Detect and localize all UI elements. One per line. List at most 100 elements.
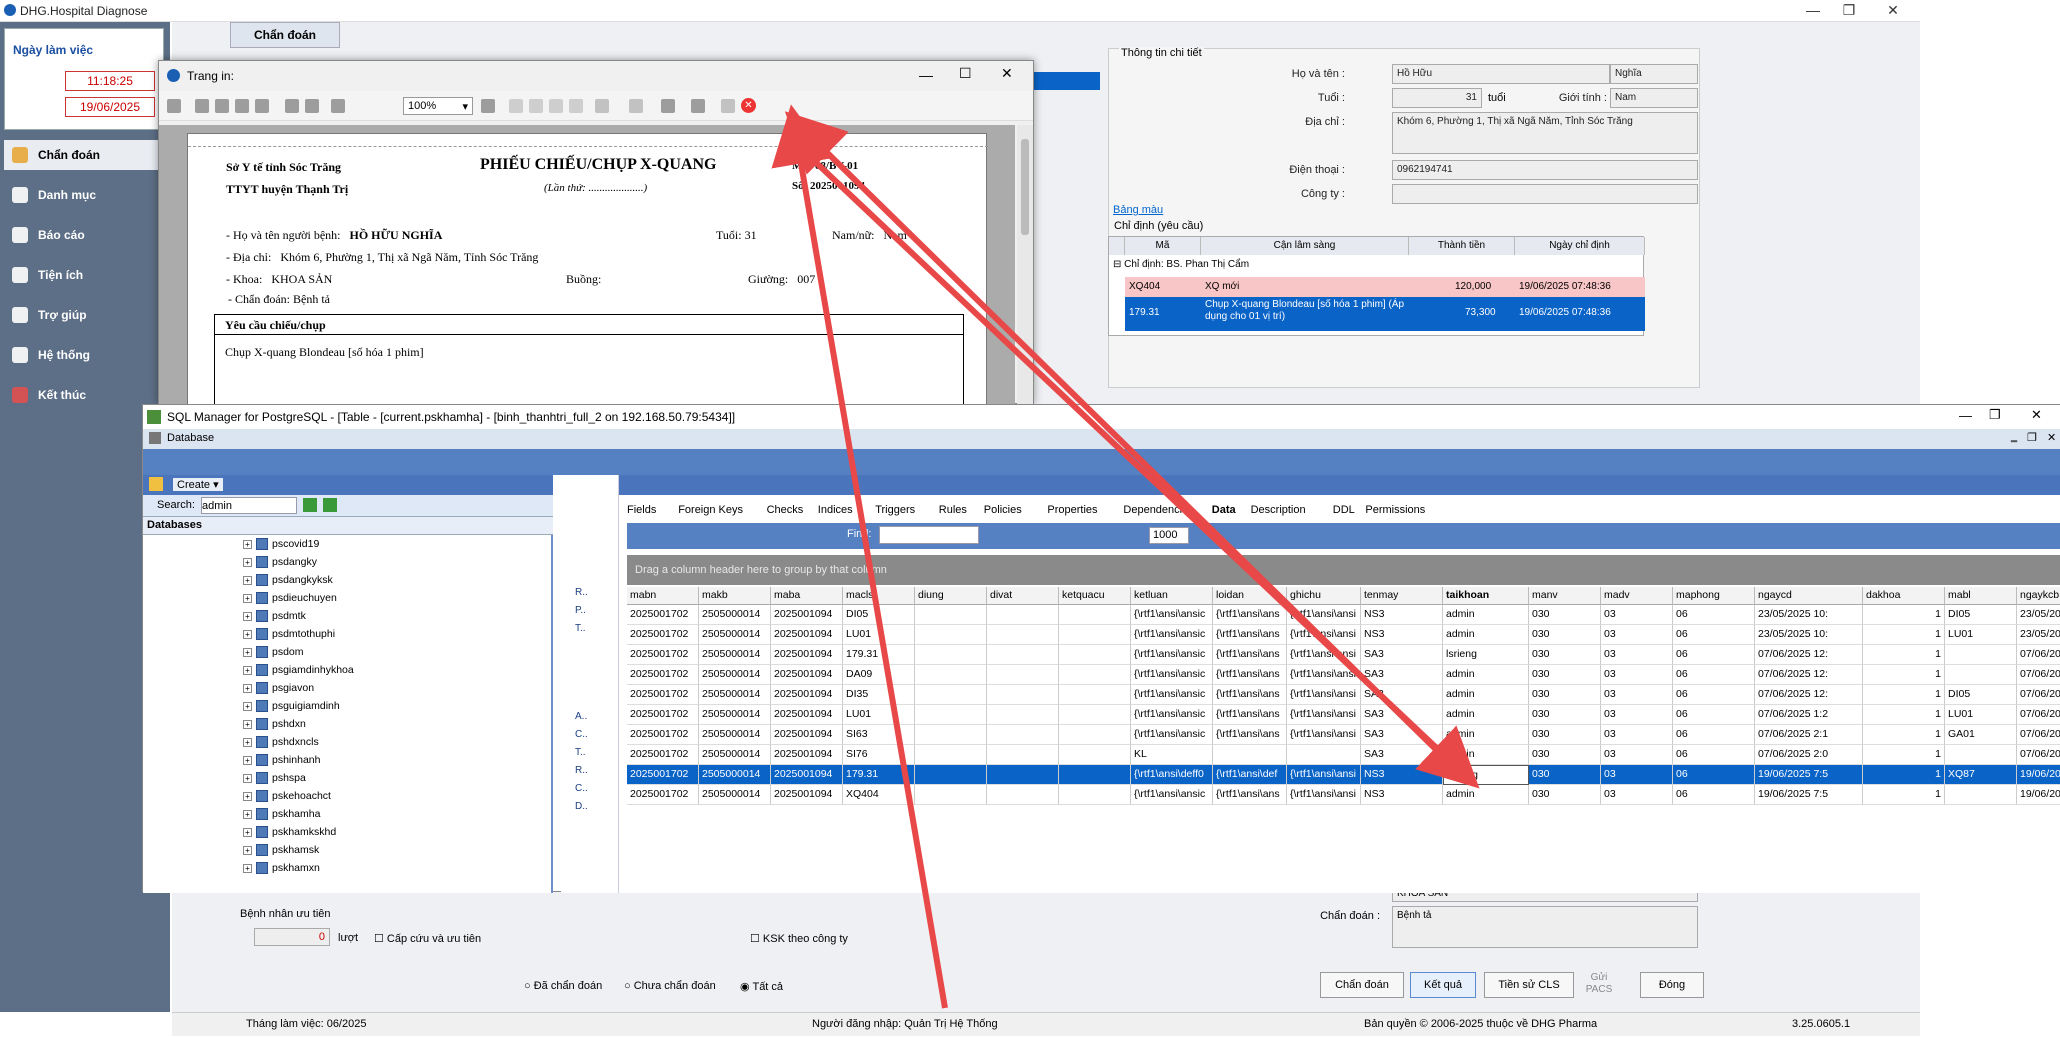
cell-macls[interactable]: SI76 (843, 745, 915, 765)
expand-icon[interactable]: + (243, 845, 252, 855)
tab-checks[interactable]: Checks (767, 504, 804, 516)
menu-database[interactable]: Database (167, 432, 214, 444)
cell-ketluan[interactable]: {\rtf1\ansi\ansic (1131, 665, 1213, 685)
tree-item-pskhamha[interactable]: + pskhamha (243, 805, 320, 823)
col-ma[interactable]: Mã (1125, 237, 1201, 255)
group-by-bar[interactable]: Drag a column header here to group by th… (627, 555, 2060, 585)
cell-madv[interactable]: 03 (1601, 645, 1673, 665)
tree-item-psgiavon[interactable]: + psgiavon (243, 679, 314, 697)
cell-taikhoan[interactable]: lsrieng (1443, 765, 1529, 785)
cell-ghichu[interactable]: {\rtf1\ansi\ansi (1287, 645, 1361, 665)
cell-loidan[interactable]: {\rtf1\ansi\ans (1213, 725, 1287, 745)
cell-maba[interactable]: 2025001094 (771, 725, 843, 745)
cell-mabl[interactable] (1945, 645, 2017, 665)
cell-ketquacu[interactable] (1059, 625, 1131, 645)
cell-taikhoan[interactable]: admin (1443, 745, 1529, 765)
cell-macls[interactable]: SI63 (843, 725, 915, 745)
expand-icon[interactable]: + (243, 611, 252, 621)
cell-ketquacu[interactable] (1059, 725, 1131, 745)
cell-maba[interactable]: 2025001094 (771, 605, 843, 625)
cell-tenmay[interactable]: SA3 (1361, 665, 1443, 685)
cell-maba[interactable]: 2025001094 (771, 665, 843, 685)
side-item[interactable]: C.. (575, 729, 588, 740)
column-header-madv[interactable]: madv (1601, 587, 1673, 605)
cell-ngaykcb[interactable]: 19/06/20 (2017, 785, 2060, 805)
cell-taikhoan[interactable]: admin (1443, 605, 1529, 625)
cell-loidan[interactable]: {\rtf1\ansi\ans (1213, 705, 1287, 725)
expand-icon[interactable]: + (243, 791, 252, 801)
next-page-icon[interactable] (549, 99, 563, 113)
tree-item-pshdxncls[interactable]: + pshdxncls (243, 733, 319, 751)
cell-divat[interactable] (987, 785, 1059, 805)
table-row[interactable]: 2025001702 2505000014 2025001094 SI76 KL SA3 a… (627, 745, 2060, 765)
side-item[interactable]: C.. (575, 783, 588, 794)
column-header-diung[interactable]: diung (915, 587, 987, 605)
cell-tenmay[interactable]: NS3 (1361, 625, 1443, 645)
cell-makb[interactable]: 2505000014 (699, 625, 771, 645)
side-item[interactable]: P.. (575, 605, 586, 616)
cell-ghichu[interactable]: {\rtf1\ansi\ansi (1287, 685, 1361, 705)
cell-dakhoa[interactable]: 1 (1863, 765, 1945, 785)
table-row[interactable]: 179.31 Chụp X-quang Blondeau [số hóa 1 p… (1125, 297, 1645, 331)
col-ngaychidinh[interactable]: Ngày chỉ định (1515, 237, 1645, 255)
tab-permissions[interactable]: Permissions (1365, 504, 1425, 516)
cell-manv[interactable]: 030 (1529, 645, 1601, 665)
cell-dakhoa[interactable]: 1 (1863, 605, 1945, 625)
cell-ngaycd[interactable]: 07/06/2025 1:2 (1755, 705, 1863, 725)
side-item[interactable]: A.. (575, 711, 587, 722)
cell-ketquacu[interactable] (1059, 705, 1131, 725)
find-input[interactable] (879, 526, 979, 544)
cell-ngaykcb[interactable]: 23/05/20 (2017, 605, 2060, 625)
tab-chan-doan[interactable]: Chẩn đoán (230, 22, 340, 48)
tab-description[interactable]: Description (1251, 504, 1306, 516)
cell-makb[interactable]: 2505000014 (699, 725, 771, 745)
cell-maphong[interactable]: 06 (1673, 665, 1755, 685)
column-header-ketluan[interactable]: ketluan (1131, 587, 1213, 605)
tuoi-field[interactable]: 31 (1392, 88, 1482, 108)
expand-icon[interactable]: + (243, 593, 252, 603)
cell-ngaycd[interactable]: 07/06/2025 2:0 (1755, 745, 1863, 765)
close-child-button[interactable]: ✕ (2047, 431, 2056, 444)
tree-item-pskhamkskhd[interactable]: + pskhamkskhd (243, 823, 336, 841)
cell-maba[interactable]: 2025001094 (771, 745, 843, 765)
expand-icon[interactable]: + (243, 575, 252, 585)
tree-item-psdangkyksk[interactable]: + psdangkyksk (243, 571, 333, 589)
send-icon[interactable] (721, 99, 735, 113)
cell-mabl[interactable]: LU01 (1945, 625, 2017, 645)
expand-icon[interactable]: + (243, 773, 252, 783)
cell-madv[interactable]: 03 (1601, 725, 1673, 745)
cell-mabl[interactable]: XQ87 (1945, 765, 2017, 785)
min-child-button[interactable]: ‗ (2011, 431, 2017, 443)
cell-manv[interactable]: 030 (1529, 605, 1601, 625)
cell-ketquacu[interactable] (1059, 665, 1131, 685)
side-item[interactable]: R.. (575, 765, 588, 776)
tab-dependencies[interactable]: Dependencies (1123, 504, 1193, 516)
expand-icon[interactable]: + (243, 539, 252, 549)
expand-icon[interactable]: + (243, 665, 252, 675)
cell-madv[interactable]: 03 (1601, 765, 1673, 785)
nav-he-thong[interactable]: Hệ thống (4, 340, 164, 370)
tab-ddl[interactable]: DDL (1333, 504, 1355, 516)
cell-diung[interactable] (915, 665, 987, 685)
expand-icon[interactable]: + (243, 863, 252, 873)
dienthoai-field[interactable]: 0962194741 (1392, 160, 1698, 180)
cell-ghichu[interactable]: {\rtf1\ansi\ansi (1287, 665, 1361, 685)
table-row[interactable]: 2025001702 2505000014 2025001094 DI35 {\rtf1… (627, 685, 2060, 705)
cell-maba[interactable]: 2025001094 (771, 645, 843, 665)
cell-maba[interactable]: 2025001094 (771, 785, 843, 805)
cell-divat[interactable] (987, 685, 1059, 705)
bang-mau-link[interactable]: Bảng màu (1113, 204, 1163, 216)
cell-ngaycd[interactable]: 23/05/2025 10: (1755, 625, 1863, 645)
cell-loidan[interactable]: {\rtf1\ansi\ans (1213, 625, 1287, 645)
cell-ngaykcb[interactable]: 07/06/20 (2017, 705, 2060, 725)
cell-mabl[interactable]: DI05 (1945, 685, 2017, 705)
cell-divat[interactable] (987, 605, 1059, 625)
cell-madv[interactable]: 03 (1601, 705, 1673, 725)
column-header-manv[interactable]: manv (1529, 587, 1601, 605)
cell-ketluan[interactable]: {\rtf1\ansi\ansic (1131, 785, 1213, 805)
tree-item-pskehoachct[interactable]: + pskehoachct (243, 787, 331, 805)
new-object-icon[interactable] (149, 477, 163, 491)
column-header-makb[interactable]: makb (699, 587, 771, 605)
cell-macls[interactable]: DI35 (843, 685, 915, 705)
background-color-icon[interactable] (629, 99, 643, 113)
